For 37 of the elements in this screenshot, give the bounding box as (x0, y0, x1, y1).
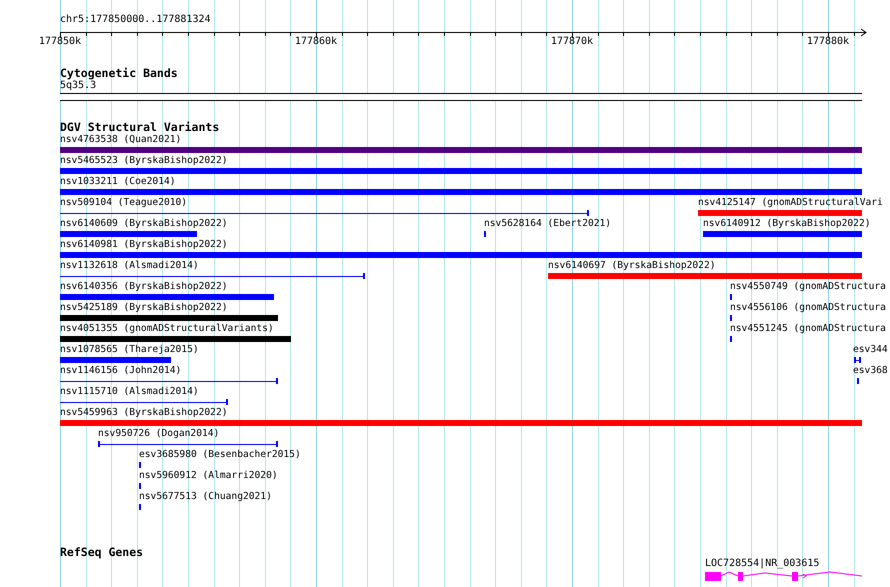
variant-label: nsv4550749 (gnomADStructura (730, 281, 886, 293)
variant-label: nsv5465523 (ByrskaBishop2022) (60, 155, 228, 167)
track-title: DGV Structural Variants (60, 121, 220, 134)
variant-label: nsv4551245 (gnomADStructura (730, 323, 886, 335)
variant-label: nsv6140697 (ByrskaBishop2022) (548, 260, 716, 272)
variant-label: nsv1115710 (Alsmadi2014) (60, 386, 199, 398)
gene-label: LOC728554|NR_003615 (705, 558, 820, 570)
ruler-tick-label: 177850k (38, 36, 82, 48)
variant-label: nsv950726 (Dogan2014) (98, 428, 220, 440)
variant-label: nsv4763538 (Quan2021) (60, 134, 182, 146)
variant-label: nsv1132618 (Alsmadi2014) (60, 260, 199, 272)
variant-label: nsv6140912 (ByrskaBishop2022) (703, 218, 871, 230)
variant-label: esv368 (853, 365, 888, 377)
variant-label: nsv1078565 (Thareja2015) (60, 344, 199, 356)
variant-label: nsv5677513 (Chuang2021) (139, 491, 272, 503)
variant-label: esv3685980 (Besenbacher2015) (139, 449, 301, 461)
variant-label: nsv1033211 (Coe2014) (60, 176, 176, 188)
variant-label: nsv5425189 (ByrskaBishop2022) (60, 302, 228, 314)
ruler-tick-label: 177880k (806, 36, 850, 48)
variant-label: nsv5628164 (Ebert2021) (484, 218, 612, 230)
band-label: 5q35.3 (60, 80, 96, 92)
variant-label: nsv4556106 (gnomADStructura (730, 302, 886, 314)
ruler-title: chr5:177850000..177881324 (60, 14, 211, 26)
variant-label: nsv6140981 (ByrskaBishop2022) (60, 239, 228, 251)
variant-label: nsv6140356 (ByrskaBishop2022) (60, 281, 228, 293)
variant-label: nsv5960912 (Almarri2020) (139, 470, 278, 482)
track-title: RefSeq Genes (60, 546, 144, 559)
variant-label: esv344 (853, 344, 888, 356)
variant-label: nsv509104 (Teague2010) (60, 197, 188, 209)
track-title: Cytogenetic Bands (60, 67, 178, 80)
ruler-tick-label: 177870k (550, 36, 594, 48)
variant-label: nsv4051355 (gnomADStructuralVariants) (60, 323, 274, 335)
variant-label: nsv5459963 (ByrskaBishop2022) (60, 407, 228, 419)
ruler-tick-label: 177860k (294, 36, 338, 48)
variant-label: nsv1146156 (John2014) (60, 365, 182, 377)
variant-label: nsv4125147 (gnomADStructuralVari (698, 197, 883, 209)
variant-label: nsv6140609 (ByrskaBishop2022) (60, 218, 228, 230)
